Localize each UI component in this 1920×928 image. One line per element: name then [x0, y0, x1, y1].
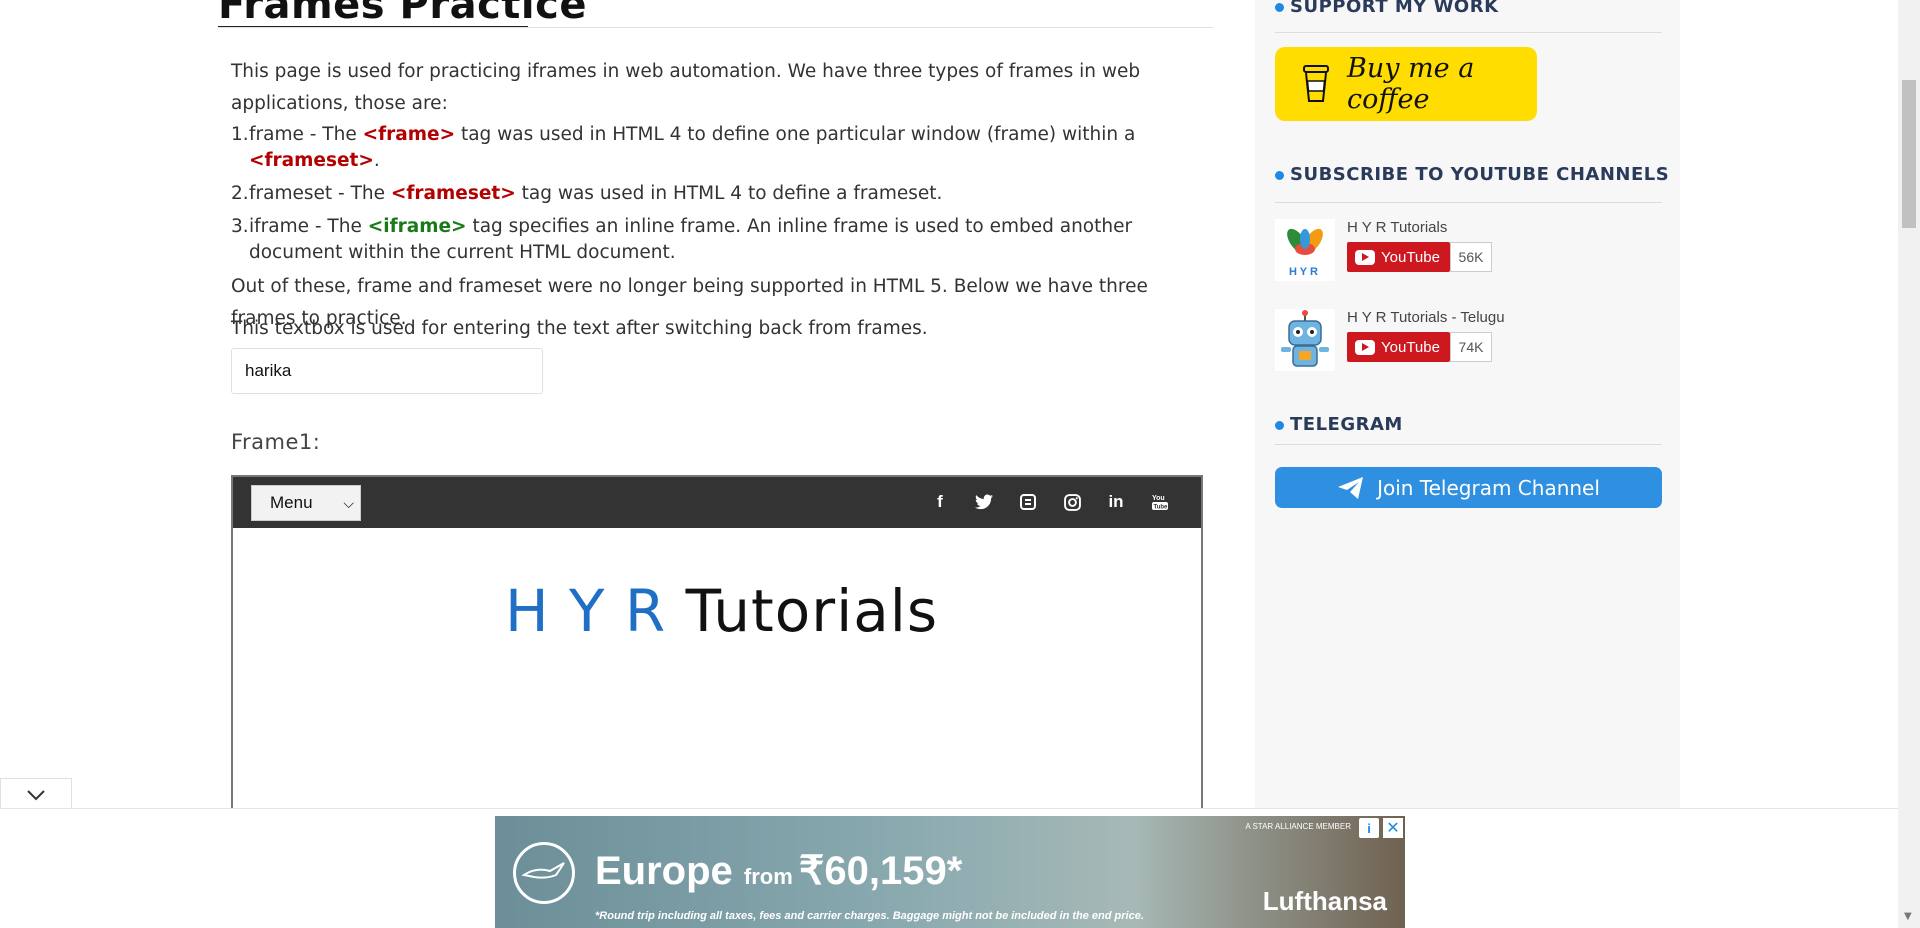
youtube-icon[interactable]: You Tube: [1149, 491, 1171, 513]
youtube-channel-row: H Y R H Y R Tutorials YouTube 56K: [1275, 219, 1662, 283]
youtube-subscribe-button[interactable]: YouTube: [1347, 242, 1450, 272]
textbox-label: This textbox is used for entering the te…: [231, 318, 928, 339]
ad-collapse-button[interactable]: [0, 778, 72, 810]
list-item: 2. frameset - The <frameset> tag was use…: [231, 181, 1211, 207]
ad-brand: Lufthansa: [1262, 886, 1387, 916]
list-text: iframe - The: [249, 216, 368, 237]
frameset-tag: <frameset>: [390, 183, 516, 204]
telegram-heading: TELEGRAM: [1275, 414, 1403, 435]
list-text: frame - The: [249, 124, 363, 145]
vertical-scrollbar[interactable]: ▼: [1898, 0, 1920, 928]
ad-headline-price: ₹60,159*: [798, 849, 963, 893]
subscriber-count: 56K: [1450, 242, 1492, 272]
menu-dropdown[interactable]: Menu ⌵: [251, 485, 361, 521]
list-number: 1.: [231, 124, 249, 145]
iframe-tag: <iframe>: [367, 216, 467, 237]
list-number: 3.: [231, 216, 249, 237]
frame1-label: Frame1:: [231, 430, 321, 454]
youtube-play-icon: [1355, 249, 1375, 265]
channel-name[interactable]: H Y R Tutorials - Telugu: [1347, 309, 1505, 326]
telegram-button-label: Join Telegram Channel: [1377, 475, 1600, 500]
svg-text:Tube: Tube: [1154, 505, 1169, 511]
frame-top-bar: Menu ⌵ f in You Tube: [233, 477, 1201, 528]
list-text: tag was used in HTML 4 to define a frame…: [515, 183, 943, 204]
social-links: f in You Tube: [929, 491, 1171, 513]
list-text: frameset - The: [249, 183, 391, 204]
ad-info-icon[interactable]: i: [1359, 818, 1379, 838]
youtube-channel-row: H Y R Tutorials - Telugu YouTube 74K: [1275, 309, 1662, 373]
twitter-icon[interactable]: [973, 491, 995, 513]
frame1-iframe[interactable]: Menu ⌵ f in You Tube H Y R Tutorials: [231, 475, 1203, 835]
svg-text:You: You: [1152, 495, 1165, 502]
ad-headline-destination: Europe: [595, 849, 744, 893]
practice-textbox[interactable]: [231, 348, 543, 394]
channel-avatar[interactable]: [1275, 309, 1335, 371]
frame-types-list: 1. frame - The <frame> tag was used in H…: [231, 122, 1211, 266]
intro-text: This page is used for practicing iframes…: [231, 61, 1141, 114]
coffee-label: Buy me a coffee: [1347, 53, 1475, 115]
coffee-cup-icon: [1303, 65, 1329, 103]
chevron-down-icon: [27, 789, 45, 800]
subscribe-heading: SUBSCRIBE TO YOUTUBE CHANNELS: [1275, 164, 1669, 185]
list-text: .: [373, 150, 380, 171]
scroll-thumb[interactable]: [1902, 80, 1916, 228]
page-title: Frames Practice: [218, 0, 587, 28]
intro-section: This page is used for practicing iframes…: [231, 56, 1211, 335]
title-rule: [218, 27, 1214, 28]
subscriber-count: 74K: [1450, 332, 1492, 362]
facebook-icon[interactable]: f: [929, 491, 951, 513]
list-item: 3. iframe - The <iframe> tag specifies a…: [231, 214, 1211, 266]
channel-name[interactable]: H Y R Tutorials: [1347, 219, 1447, 236]
scroll-down-arrow-icon[interactable]: ▼: [1904, 911, 1912, 922]
main-content: Frames Practice This page is used for pr…: [218, 0, 1214, 928]
logo-hyr: H Y R: [505, 577, 667, 645]
list-item: 1. frame - The <frame> tag was used in H…: [231, 122, 1211, 174]
instagram-icon[interactable]: [1061, 491, 1083, 513]
buy-me-a-coffee-button[interactable]: Buy me a coffee: [1275, 47, 1537, 121]
join-telegram-button[interactable]: Join Telegram Channel: [1275, 467, 1662, 508]
telegram-icon: [1338, 476, 1364, 499]
frame-tag: <frame>: [362, 124, 456, 145]
lufthansa-crane-logo: [513, 842, 575, 904]
ad-headline-from: from: [743, 864, 799, 889]
linkedin-icon[interactable]: in: [1105, 491, 1127, 513]
ad-close-icon[interactable]: ✕: [1383, 818, 1403, 838]
youtube-button-label: YouTube: [1381, 338, 1440, 356]
divider: [1275, 202, 1662, 203]
svg-text:H Y R: H Y R: [1289, 266, 1318, 278]
frameset-tag: <frameset>: [249, 150, 374, 171]
lufthansa-ad-banner[interactable]: Europe from ₹60,159* *Round trip includi…: [495, 816, 1405, 928]
divider: [1275, 32, 1662, 33]
youtube-subscribe-button[interactable]: YouTube: [1347, 332, 1450, 362]
ad-headline: Europe from ₹60,159*: [595, 848, 962, 894]
list-number: 2.: [231, 183, 249, 204]
youtube-play-icon: [1355, 339, 1375, 355]
channel-avatar[interactable]: H Y R: [1275, 219, 1335, 281]
ad-member-text: A STAR ALLIANCE MEMBER: [1245, 822, 1351, 831]
hyr-tutorials-logo: H Y R Tutorials: [505, 577, 938, 645]
sidebar: SUPPORT MY WORK Buy me a coffee SUBSCRIB…: [1255, 0, 1680, 928]
support-heading: SUPPORT MY WORK: [1275, 0, 1499, 17]
blogger-icon[interactable]: [1017, 491, 1039, 513]
menu-selected-value: Menu: [270, 493, 313, 512]
logo-tutorials: Tutorials: [685, 577, 939, 645]
ad-fine-print: *Round trip including all taxes, fees an…: [595, 910, 1144, 922]
list-text: tag was used in HTML 4 to define one par…: [455, 124, 1136, 145]
youtube-button-label: YouTube: [1381, 248, 1440, 266]
divider: [1275, 444, 1662, 445]
chevron-down-icon: ⌵: [343, 495, 354, 511]
